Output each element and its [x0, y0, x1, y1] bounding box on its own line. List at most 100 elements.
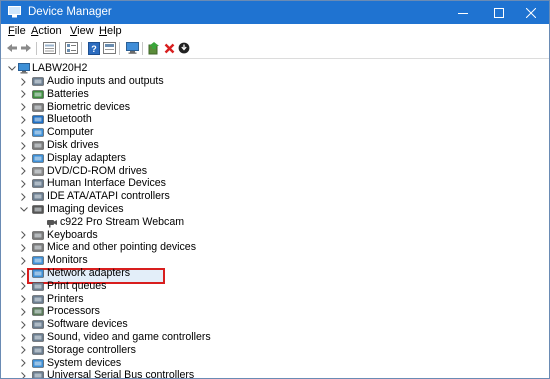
forward-arrow-icon [21, 44, 31, 52]
tree-category-label[interactable]: IDE ATA/ATAPI controllers [47, 190, 170, 203]
tree-category-label[interactable]: System devices [47, 357, 121, 370]
minimize-icon [458, 12, 468, 14]
collapsed-chevron-icon[interactable] [19, 371, 28, 378]
computer-icon [32, 127, 44, 138]
storage-controller-icon [32, 345, 44, 356]
bluetooth-icon [32, 114, 44, 125]
collapsed-chevron-icon[interactable] [19, 243, 28, 252]
hid-icon [32, 178, 44, 189]
tree-category-label[interactable]: Processors [47, 305, 100, 318]
collapsed-chevron-icon[interactable] [19, 192, 28, 201]
tree-category-label[interactable]: Imaging devices [47, 203, 124, 216]
tree-category-label[interactable]: Sound, video and game controllers [47, 331, 211, 344]
collapsed-chevron-icon[interactable] [19, 256, 28, 265]
menu-view[interactable]: View [70, 25, 94, 37]
battery-icon [32, 89, 44, 100]
ide-controller-icon [32, 191, 44, 202]
tree-category-label[interactable]: Biometric devices [47, 101, 130, 114]
collapsed-chevron-icon[interactable] [19, 320, 28, 329]
tree-category-label[interactable]: Print queues [47, 280, 106, 293]
collapsed-chevron-icon[interactable] [19, 141, 28, 150]
show-hidden-button[interactable] [42, 41, 56, 55]
collapsed-chevron-icon[interactable] [19, 90, 28, 99]
collapsed-chevron-icon[interactable] [19, 295, 28, 304]
root-computer-name[interactable]: LABW20H2 [32, 62, 87, 75]
fingerprint-icon [32, 102, 44, 113]
maximize-button[interactable] [481, 1, 517, 24]
device-tree: LABW20H2 Audio inputs and outputs Batteri… [1, 58, 549, 378]
tree-category-label[interactable]: Keyboards [47, 229, 98, 242]
tree-category-label[interactable]: Display adapters [47, 152, 126, 165]
tree-category-label[interactable]: Batteries [47, 88, 89, 101]
collapsed-chevron-icon[interactable] [19, 359, 28, 368]
window-title: Device Manager [28, 6, 112, 18]
tree-category-label[interactable]: Disk drives [47, 139, 99, 152]
tree-category-label[interactable]: Monitors [47, 254, 88, 267]
toolbar-separator [119, 42, 120, 55]
update-driver-icon [148, 41, 159, 54]
network-adapter-icon [32, 268, 44, 279]
software-device-icon [32, 319, 44, 330]
scan-hardware-button[interactable] [125, 41, 139, 55]
tree-device-label[interactable]: c922 Pro Stream Webcam [60, 216, 184, 229]
collapsed-chevron-icon[interactable] [19, 179, 28, 188]
tree-category-label[interactable]: Printers [47, 293, 84, 306]
help-button[interactable]: ? [87, 41, 101, 55]
close-icon [526, 7, 536, 18]
menu-file[interactable]: File [8, 25, 26, 37]
maximize-icon [494, 7, 504, 18]
tree-category-label[interactable]: Audio inputs and outputs [47, 75, 164, 88]
collapsed-chevron-icon[interactable] [19, 128, 28, 137]
collapsed-chevron-icon[interactable] [19, 333, 28, 342]
toolbar-separator [59, 42, 60, 55]
tree-category-label[interactable]: Human Interface Devices [47, 177, 166, 190]
collapsed-chevron-icon[interactable] [19, 154, 28, 163]
collapsed-chevron-icon[interactable] [19, 103, 28, 112]
print-queue-icon [32, 281, 44, 292]
forward-button[interactable] [19, 41, 33, 55]
tree-category-label[interactable]: Computer [47, 126, 94, 139]
disk-drive-icon [32, 140, 44, 151]
list-view-icon [102, 42, 116, 54]
tree-category-label[interactable]: DVD/CD-ROM drives [47, 165, 147, 178]
properties-button[interactable] [64, 41, 78, 55]
sound-icon [32, 332, 44, 343]
menu-help[interactable]: Help [99, 25, 122, 37]
uninstall-icon [164, 43, 174, 53]
title-bar[interactable]: Device Manager [1, 1, 549, 24]
collapsed-chevron-icon[interactable] [19, 115, 28, 124]
mouse-icon [32, 242, 44, 253]
tree-category-label[interactable]: Bluetooth [47, 113, 92, 126]
tree-category-label[interactable]: Universal Serial Bus controllers [47, 369, 194, 378]
close-button[interactable] [513, 1, 549, 24]
tree-category-label[interactable]: Network adapters [47, 267, 130, 280]
svg-text:?: ? [91, 44, 97, 54]
collapsed-chevron-icon[interactable] [19, 307, 28, 316]
back-arrow-icon [7, 44, 17, 52]
uninstall-device-button[interactable] [162, 41, 176, 55]
collapsed-chevron-icon[interactable] [19, 269, 28, 278]
tree-category-label[interactable]: Mice and other pointing devices [47, 241, 196, 254]
tree-category-label[interactable]: Software devices [47, 318, 128, 331]
update-driver-button[interactable] [147, 41, 161, 55]
expanded-chevron-icon[interactable] [19, 205, 28, 214]
device-manager-window: Device Manager File Action View Help ? L… [0, 0, 550, 379]
toolbar: ? [1, 40, 549, 57]
collapsed-chevron-icon[interactable] [19, 346, 28, 355]
back-button[interactable] [5, 41, 19, 55]
menu-action[interactable]: Action [31, 25, 62, 37]
collapsed-chevron-icon[interactable] [19, 77, 28, 86]
toolbar-separator [142, 42, 143, 55]
expanded-chevron-icon[interactable] [7, 64, 16, 73]
toolbar-separator [81, 42, 82, 55]
properties-icon [64, 42, 78, 54]
collapsed-chevron-icon[interactable] [19, 282, 28, 291]
collapsed-chevron-icon[interactable] [19, 231, 28, 240]
action-view-button[interactable] [102, 41, 116, 55]
collapsed-chevron-icon[interactable] [19, 167, 28, 176]
minimize-button[interactable] [445, 1, 481, 24]
tree-category-label[interactable]: Storage controllers [47, 344, 136, 357]
disable-device-button[interactable] [177, 41, 191, 55]
system-device-icon [32, 358, 44, 369]
printer-icon [32, 294, 44, 305]
